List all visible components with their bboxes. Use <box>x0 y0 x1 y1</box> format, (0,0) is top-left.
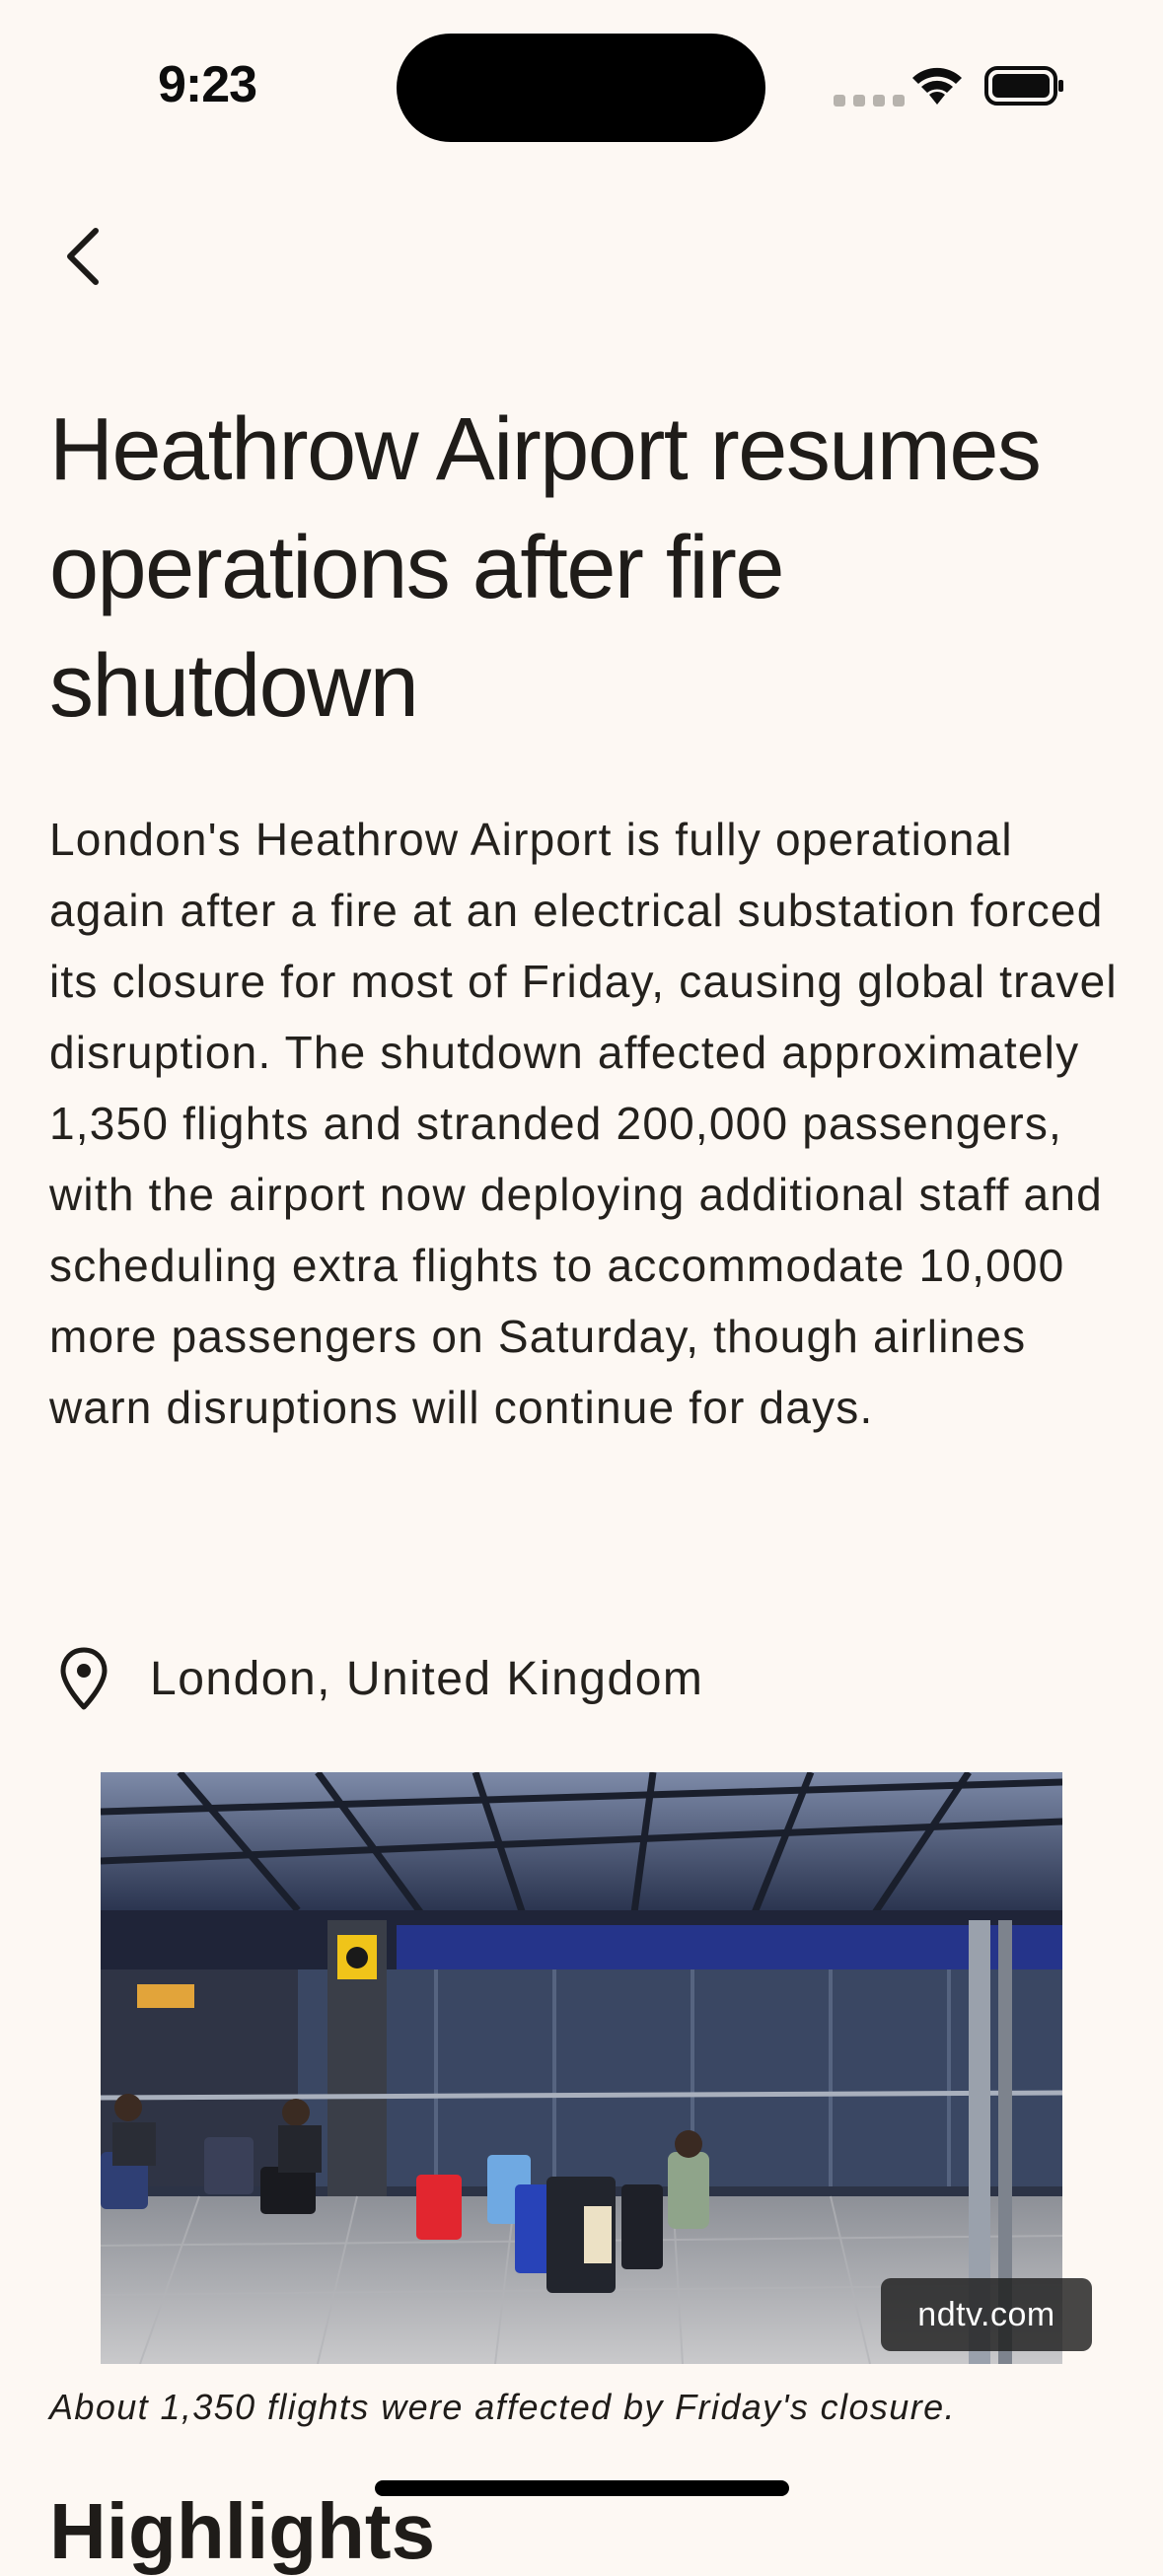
back-button[interactable] <box>49 217 118 296</box>
highlights-heading: Highlights <box>49 2487 436 2575</box>
article-title: Heathrow Airport resumes operations afte… <box>49 400 1042 736</box>
chevron-left-icon <box>67 228 99 285</box>
status-bar: 9:23 <box>0 0 1163 158</box>
article-location: London, United Kingdom <box>49 1641 703 1716</box>
article-photo[interactable] <box>101 1772 1062 2364</box>
image-source-badge[interactable]: ndtv.com <box>881 2278 1092 2351</box>
article-summary: London's Heathrow Airport is fully opera… <box>49 814 1118 1433</box>
dynamic-island <box>397 34 765 142</box>
image-caption: About 1,350 flights were affected by Fri… <box>49 2387 956 2427</box>
airport-terminal-image <box>101 1772 1062 2364</box>
home-indicator[interactable] <box>375 2480 789 2496</box>
cellular-signal-icon <box>834 95 905 107</box>
battery-icon <box>984 66 1063 106</box>
location-label: London, United Kingdom <box>150 1652 704 1705</box>
wifi-icon <box>912 67 962 105</box>
status-time: 9:23 <box>158 56 257 113</box>
location-pin-icon <box>60 1647 108 1710</box>
